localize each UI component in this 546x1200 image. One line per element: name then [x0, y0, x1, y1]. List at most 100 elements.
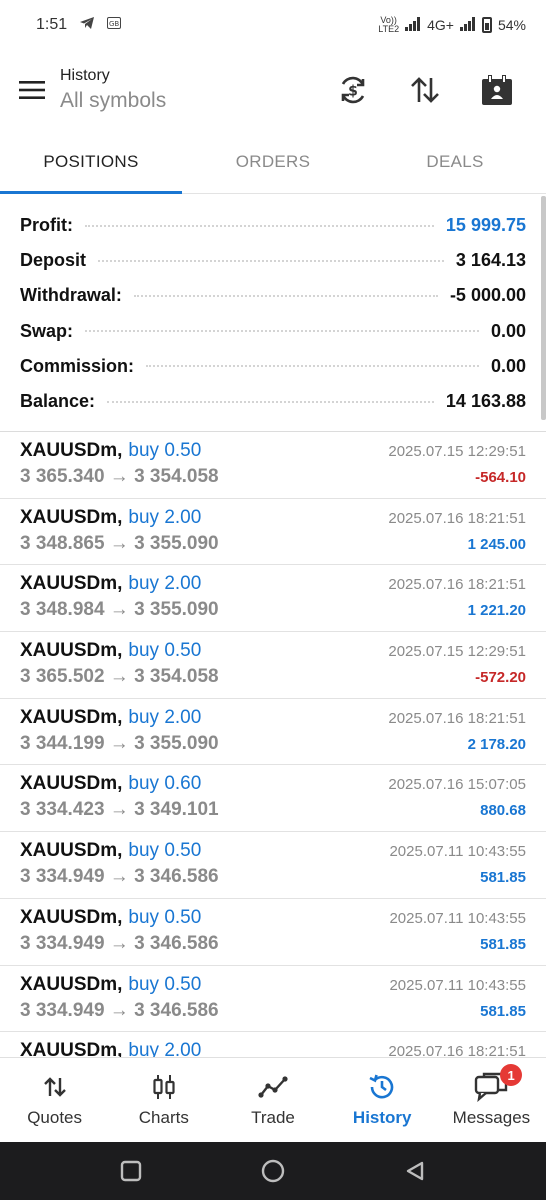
- nav-quotes[interactable]: Quotes: [0, 1058, 109, 1142]
- trade-profit: 581.85: [480, 1002, 526, 1020]
- trade-row[interactable]: XAUUSDm, buy 0.50 2025.07.15 12:29:51 3 365…: [0, 632, 546, 699]
- trade-side: buy 0.50: [128, 440, 202, 461]
- trade-profit: 581.85: [480, 869, 526, 887]
- status-bar: 1:51 GB Vo)) LTE2 4G+ 54%: [0, 0, 546, 50]
- history-icon: [367, 1072, 397, 1102]
- dotted-leader: [146, 365, 479, 368]
- trade-side: buy 2.00: [128, 573, 202, 595]
- trade-row[interactable]: XAUUSDm, buy 0.50 2025.07.11 10:43:55 3 334…: [0, 966, 546, 1033]
- currency-sync-button[interactable]: $: [326, 63, 380, 117]
- tab-orders[interactable]: ORDERS: [182, 130, 364, 193]
- menu-button[interactable]: [4, 62, 60, 118]
- trade-row[interactable]: XAUUSDm, buy 2.00 2025.07.16 18:21:51 3 348…: [0, 565, 546, 633]
- trade-close-time: 2025.07.11 10:43:55: [389, 843, 526, 861]
- quotes-icon: [43, 1072, 67, 1102]
- nav-trade[interactable]: Trade: [218, 1058, 327, 1142]
- sort-button[interactable]: [398, 63, 452, 117]
- trade-close-time: 2025.07.16 18:21:51: [388, 576, 526, 594]
- hamburger-icon: [19, 81, 45, 99]
- trade-close-time: 2025.07.15 12:29:51: [388, 643, 526, 661]
- account-summary: Profit: 15 999.75 Deposit 3 164.13 Withd…: [20, 208, 526, 419]
- home-button[interactable]: [253, 1151, 293, 1191]
- summary-balance-row: Balance: 14 163.88: [20, 384, 526, 419]
- dotted-leader: [85, 330, 479, 333]
- trade-prices: 3 365.502 → 3 354.058: [20, 666, 219, 688]
- commission-value: 0.00: [490, 355, 526, 376]
- trade-side: buy 0.60: [128, 773, 202, 795]
- back-button[interactable]: [395, 1151, 435, 1191]
- tab-deals[interactable]: DEALS: [364, 130, 546, 193]
- trade-prices: 3 334.949 → 3 346.586: [20, 999, 219, 1021]
- balance-value: 14 163.88: [445, 391, 526, 412]
- trade-close-time: 2025.07.16 18:21:51: [388, 709, 526, 727]
- app-header: History All symbols $: [0, 50, 546, 130]
- signal-icon-2: [459, 16, 476, 34]
- nav-charts[interactable]: Charts: [109, 1058, 218, 1142]
- summary-withdrawal-row: Withdrawal: -5 000.00: [20, 278, 526, 313]
- dotted-leader: [98, 259, 444, 262]
- nav-charts-label: Charts: [138, 1108, 189, 1127]
- trade-row[interactable]: XAUUSDm, buy 0.60 2025.07.16 15:07:05 3 334…: [0, 765, 546, 833]
- trade-side: buy 0.50: [128, 640, 202, 662]
- home-icon: [261, 1159, 285, 1183]
- trade-side: buy 0.50: [128, 906, 202, 928]
- battery-level: 54%: [497, 17, 526, 33]
- scrollbar[interactable]: [541, 196, 546, 420]
- tab-positions[interactable]: POSITIONS: [0, 130, 182, 194]
- trade-prices: 3 334.949 → 3 346.586: [20, 866, 219, 888]
- history-tabs: POSITIONS ORDERS DEALS: [0, 130, 546, 194]
- trade-row[interactable]: XAUUSDm, buy 2.00 2025.07.16 18:21:51 3 348…: [0, 499, 546, 566]
- system-navigation-bar: [0, 1142, 546, 1200]
- notification-icon: GB: [107, 16, 122, 34]
- trade-symbol: XAUUSDm,: [20, 573, 123, 595]
- trade-icon: [258, 1072, 288, 1102]
- trade-close-time: 2025.07.11 10:43:55: [389, 976, 526, 994]
- summary-swap-row: Swap: 0.00: [20, 314, 526, 349]
- balance-label: Balance:: [20, 391, 96, 412]
- withdrawal-value: -5 000.00: [449, 285, 526, 306]
- positions-list[interactable]: XAUUSDm, buy 0.50 2025.07.15 12:29:51 3 365…: [0, 432, 546, 1057]
- recents-button[interactable]: [111, 1151, 151, 1191]
- trade-symbol: XAUUSDm,: [20, 973, 123, 995]
- dotted-leader: [107, 400, 434, 403]
- summary-profit-row: Profit: 15 999.75: [20, 208, 526, 243]
- trade-row[interactable]: XAUUSDm, buy 2.00 2025.07.16 18:21:51: [0, 1032, 546, 1057]
- trade-row[interactable]: XAUUSDm, buy 0.50 2025.07.15 12:29:51 3 365…: [0, 432, 546, 499]
- calendar-icon: [482, 75, 512, 105]
- trade-symbol: XAUUSDm,: [20, 906, 123, 928]
- trade-close-time: 2025.07.16 18:21:51: [388, 509, 526, 527]
- trade-profit: -572.20: [475, 669, 526, 687]
- svg-text:GB: GB: [109, 20, 119, 28]
- symbol-filter: All symbols: [60, 89, 167, 112]
- profit-value: 15 999.75: [445, 215, 526, 236]
- status-time: 1:51: [36, 16, 68, 33]
- nav-messages[interactable]: 1 Messages: [437, 1058, 546, 1142]
- trade-symbol: XAUUSDm,: [20, 706, 123, 728]
- dotted-leader: [133, 294, 438, 297]
- trade-profit: -564.10: [475, 469, 526, 486]
- sort-arrows-icon: [411, 77, 439, 103]
- trade-row[interactable]: XAUUSDm, buy 0.50 2025.07.11 10:43:55 3 334…: [0, 899, 546, 966]
- trade-symbol: XAUUSDm,: [20, 1040, 123, 1057]
- nav-history[interactable]: History: [328, 1058, 437, 1142]
- commission-label: Commission:: [20, 355, 135, 376]
- calendar-button[interactable]: [470, 63, 524, 117]
- trade-profit: 880.68: [480, 802, 526, 820]
- profit-label: Profit:: [20, 215, 73, 236]
- trade-profit: 581.85: [480, 935, 526, 953]
- battery-icon: [481, 17, 492, 33]
- trade-symbol: XAUUSDm,: [20, 440, 123, 461]
- trade-profit: 1 245.00: [467, 535, 526, 553]
- trade-prices: 3 365.340 → 3 354.058: [20, 466, 219, 487]
- trade-prices: 3 334.423 → 3 349.101: [20, 799, 219, 821]
- trade-side: buy 2.00: [128, 1040, 202, 1057]
- charts-icon: [151, 1072, 177, 1102]
- title-block[interactable]: History All symbols: [60, 67, 166, 113]
- withdrawal-label: Withdrawal:: [20, 285, 122, 306]
- back-icon: [406, 1161, 424, 1181]
- trade-row[interactable]: XAUUSDm, buy 2.00 2025.07.16 18:21:51 3 344…: [0, 699, 546, 766]
- trade-symbol: XAUUSDm,: [20, 640, 123, 662]
- trade-close-time: 2025.07.15 12:29:51: [388, 443, 526, 460]
- trade-row[interactable]: XAUUSDm, buy 0.50 2025.07.11 10:43:55 3 334…: [0, 832, 546, 899]
- trade-side: buy 2.00: [128, 706, 202, 728]
